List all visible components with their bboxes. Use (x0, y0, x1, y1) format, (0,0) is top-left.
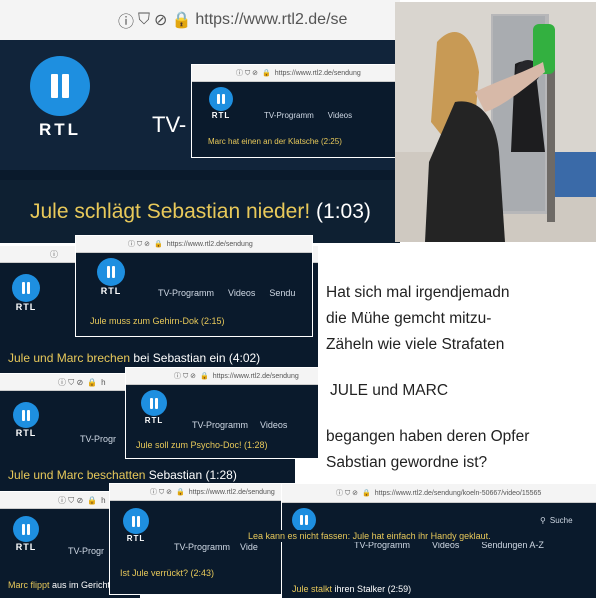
nav-links-2b[interactable]: TV-Programm Videos Sendu (158, 288, 295, 298)
nav-links-4b[interactable]: TV-Programm Vide (174, 542, 258, 552)
nav-links-small[interactable]: TV-Programm Videos (264, 111, 352, 120)
comment-line: JULE und MARC (330, 382, 449, 399)
clip-beschatten[interactable]: Jule und Marc beschatten Sebastian (1:28… (8, 468, 237, 482)
browser-address-bar-3b[interactable]: ⓘ ⛉ ⊘ 🔒 https://www.rtl2.de/sendung (126, 368, 318, 385)
browser-address-bar-4b[interactable]: ⓘ ⛉ ⊘ 🔒 https://www.rtl2.de/sendung (110, 484, 296, 501)
nav-tv-program[interactable]: TV-Programm (192, 420, 248, 430)
clip-title-jule-schlaegt[interactable]: Jule schlägt Sebastian nieder! (1:03) (30, 200, 371, 224)
nav-videos[interactable]: Vide (240, 542, 258, 552)
rtl2-logo-3b[interactable]: RTL (134, 390, 174, 425)
comment-line: begangen haben deren Opfer (326, 428, 530, 445)
search-label: Suche (549, 516, 573, 525)
clip-gehirn-doc[interactable]: Jule muss zum Gehirn-Dok (2:15) (90, 316, 225, 326)
clip-stalkt[interactable]: Jule stalkt ihren Stalker (2:59) (292, 584, 411, 594)
browser-address-bar[interactable]: ⓘ ⛉ ⊘ 🔒 https://www.rtl2.de/se (0, 0, 400, 41)
nav-tv-fragment[interactable]: TV- (152, 112, 186, 138)
nav-videos[interactable]: Videos (228, 288, 255, 298)
clip-psycho-doc[interactable]: Jule soll zum Psycho-Doc! (1:28) (136, 440, 268, 450)
info-icon[interactable]: ⓘ (118, 8, 134, 32)
nav-tv-program[interactable]: TV-Programm (174, 542, 230, 552)
url-text[interactable]: https://www.rtl2.de/se (195, 11, 347, 29)
caption-lea: Lea kann es nicht fassen: Jule hat einfa… (244, 530, 495, 542)
comment-line: Sabstian gewordne ist? (326, 454, 488, 471)
video-still-image (395, 2, 596, 242)
search-icon: ⚲ (540, 516, 546, 525)
browser-address-bar-small[interactable]: ⓘ ⛉ ⊘ 🔒 https://www.rtl2.de/sendung (192, 65, 402, 82)
user-comment: Hat sich mal irgendjemadn die Mühe gemch… (326, 280, 592, 476)
nav-links-3b[interactable]: TV-Programm Videos (192, 420, 287, 430)
video-still[interactable] (395, 2, 596, 242)
tracking-icon[interactable]: ⊘ (154, 10, 167, 30)
nav-sendungen[interactable]: Sendu (269, 288, 295, 298)
rtl2-logo-2b[interactable]: RTL (90, 258, 132, 296)
nav-tv-program[interactable]: TV-Programm (264, 111, 314, 120)
rtl2-logo-5[interactable] (286, 508, 322, 532)
comment-line: Zäheln wie viele Strafaten (326, 336, 505, 353)
nav-links-3[interactable]: TV-Progr (80, 434, 116, 444)
lock-icon: 🔒 (171, 12, 192, 29)
comment-line: die Mühe gemcht mitzu- (326, 310, 492, 327)
search-link[interactable]: ⚲ Suche (540, 516, 573, 525)
rtl2-logo[interactable]: RTL (26, 56, 94, 140)
screenshot-card-1b: ⓘ ⛉ ⊘ 🔒 https://www.rtl2.de/sendung RTL TV… (192, 65, 402, 157)
screenshot-card-3b: ⓘ ⛉ ⊘ 🔒 https://www.rtl2.de/sendung RTL TV… (126, 368, 318, 458)
comment-line: Hat sich mal irgendjemadn (326, 284, 510, 301)
nav-tv-program[interactable]: TV-Progr (68, 546, 104, 556)
rtl2-logo-small[interactable]: RTL (202, 87, 240, 120)
clip-marc-klatsche[interactable]: Marc hat einen an der Klatsche (2:25) (208, 137, 342, 146)
browser-address-bar-5[interactable]: ⓘ ⛉ ⊘ 🔒 https://www.rtl2.de/sendung/koeln-… (282, 484, 596, 503)
clip-verrueckt[interactable]: Ist Jule verrückt? (2:43) (120, 568, 214, 578)
rtl2-logo-4b[interactable]: RTL (116, 508, 156, 543)
nav-links-4[interactable]: TV-Progr (68, 546, 104, 556)
nav-videos[interactable]: Videos (260, 420, 287, 430)
browser-address-bar-2b[interactable]: ⓘ ⛉ ⊘ 🔒 https://www.rtl2.de/sendung (76, 236, 312, 253)
rtl2-logo-3[interactable]: RTL (6, 402, 46, 438)
shield-icon[interactable]: ⛉ (138, 11, 150, 29)
nav-videos[interactable]: Videos (328, 111, 352, 120)
rtl2-logo-4[interactable]: RTL (6, 516, 46, 552)
logo-text: RTL (38, 120, 82, 139)
clip-brechen[interactable]: Jule und Marc brechen bei Sebastian ein … (8, 351, 260, 365)
nav-tv-program[interactable]: TV-Progr (80, 434, 116, 444)
screenshot-card-2b: ⓘ ⛉ ⊘ 🔒 https://www.rtl2.de/sendung RTL TV… (76, 236, 312, 336)
rtl2-logo-2[interactable]: RTL (6, 274, 46, 312)
nav-tv-program[interactable]: TV-Programm (158, 288, 214, 298)
nav-tv-label: TV- (152, 112, 187, 137)
